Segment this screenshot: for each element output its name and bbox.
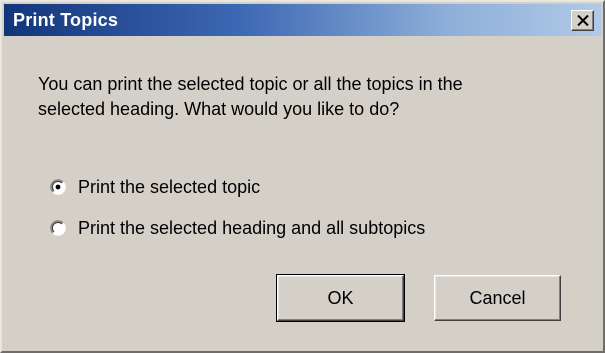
dialog-message: You can print the selected topic or all … bbox=[38, 72, 578, 122]
print-topics-dialog: Print Topics You can print the selected … bbox=[0, 0, 605, 353]
window-title: Print Topics bbox=[13, 10, 119, 30]
radio-heading-and-subtopics[interactable] bbox=[50, 220, 66, 236]
option-heading-and-subtopics[interactable]: Print the selected heading and all subto… bbox=[50, 216, 425, 240]
message-line-1: You can print the selected topic or all … bbox=[38, 74, 463, 94]
radio-selected-topic[interactable] bbox=[50, 179, 66, 195]
close-button[interactable] bbox=[571, 10, 594, 31]
title-bar[interactable]: Print Topics bbox=[4, 4, 601, 36]
option-label-selected-topic: Print the selected topic bbox=[78, 176, 261, 197]
cancel-button[interactable]: Cancel bbox=[434, 275, 561, 321]
close-icon bbox=[577, 15, 589, 26]
radio-checked-icon bbox=[50, 179, 66, 195]
option-selected-topic[interactable]: Print the selected topic bbox=[50, 175, 260, 199]
radio-unchecked-icon bbox=[50, 220, 66, 236]
ok-button[interactable]: OK bbox=[276, 274, 405, 322]
option-label-heading-and-subtopics: Print the selected heading and all subto… bbox=[78, 217, 426, 238]
message-line-2: selected heading. What would you like to… bbox=[38, 99, 400, 119]
